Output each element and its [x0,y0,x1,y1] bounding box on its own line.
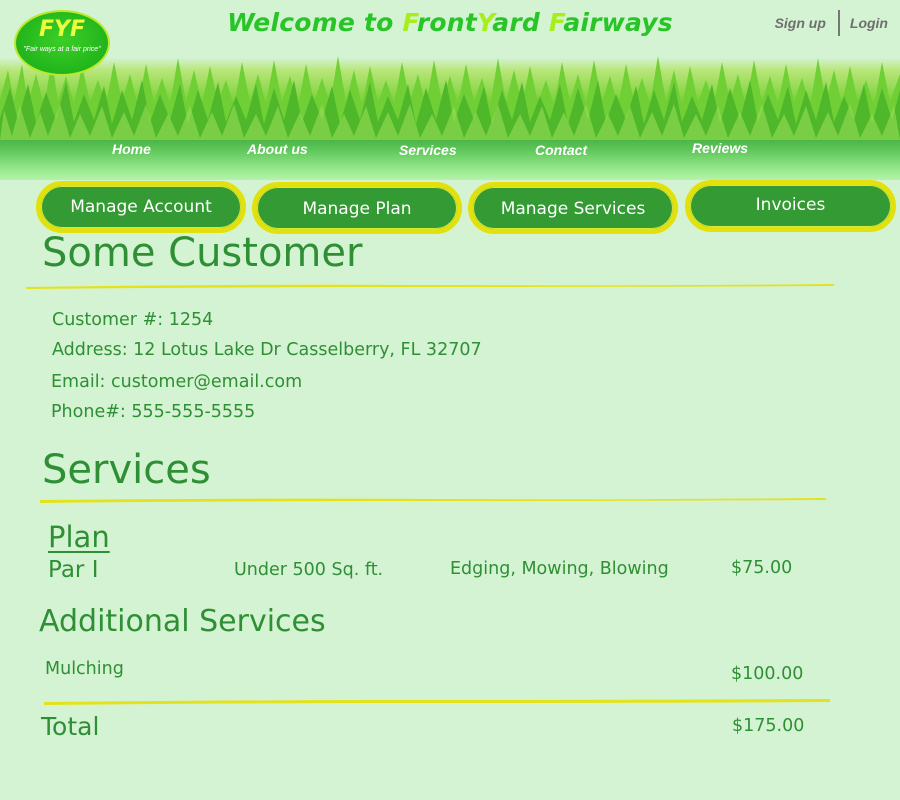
manage-services-button[interactable]: Manage Services [468,182,678,234]
additional-services-heading: Additional Services [39,604,326,639]
site-title: Welcome to FrontYard Fairways [0,8,900,37]
nav-about-us[interactable]: About us [247,141,308,157]
grass-banner-image [0,56,900,140]
site-header: F Y F "Fair ways at a fair price" Welcome … [0,0,900,180]
customer-phone: Phone#: 555-555-5555 [51,402,256,422]
total-amount: $175.00 [732,716,805,736]
nav-contact[interactable]: Contact [535,142,587,158]
customer-underline [26,284,834,289]
title-part: ront [416,8,477,37]
manage-plan-button[interactable]: Manage Plan [252,182,462,234]
auth-divider [837,10,840,36]
title-part: ard [492,8,549,37]
plan-includes: Edging, Mowing, Blowing [450,559,669,579]
title-part: airways [563,8,673,37]
title-highlight: F [548,8,564,37]
main-nav: Home About us Services Contact Reviews [0,140,900,163]
nav-reviews[interactable]: Reviews [692,140,748,156]
manage-account-button[interactable]: Manage Account [36,181,246,233]
additional-service-name: Mulching [45,659,124,679]
services-heading: Services [42,447,211,493]
login-link[interactable]: Login [850,15,888,31]
plan-heading-link[interactable]: Plan [48,520,110,554]
plan-price: $75.00 [731,558,793,578]
customer-email: Email: customer@email.com [51,372,303,392]
services-underline [40,498,826,503]
total-divider [44,699,830,705]
customer-name: Some Customer [42,230,363,276]
logo-tagline: "Fair ways at a fair price" [23,46,101,53]
customer-number: Customer #: 1254 [52,310,214,330]
nav-services[interactable]: Services [399,142,457,158]
plan-name: Par I [48,557,99,583]
additional-service-price: $100.00 [731,664,804,684]
title-highlight: F [402,8,417,37]
signup-link[interactable]: Sign up [775,15,826,31]
auth-links: Sign up Login [775,10,888,36]
customer-address: Address: 12 Lotus Lake Dr Casselberry, F… [52,340,482,360]
invoices-button[interactable]: Invoices [685,180,896,232]
total-label: Total [41,712,100,741]
plan-size: Under 500 Sq. ft. [234,560,384,580]
title-part: Welcome to [227,8,403,37]
nav-home[interactable]: Home [112,141,151,157]
title-highlight: Y [476,8,493,37]
